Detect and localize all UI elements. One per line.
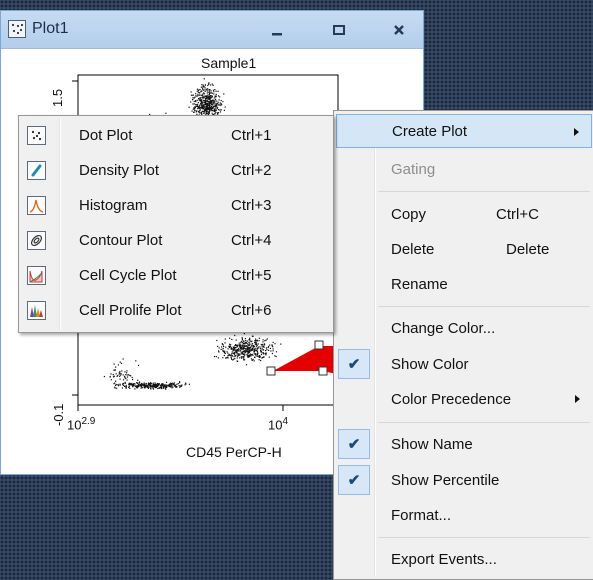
maximize-icon[interactable] [319,17,359,42]
menu-item-delete[interactable]: Delete Delete [336,232,592,266]
y-tick-label-top: 1.5 [50,88,65,107]
gate-handle [266,366,276,376]
histogram-icon [27,196,46,215]
dot-plot-icon [27,126,46,145]
gate-handle [314,340,324,350]
menu-item-export-events[interactable]: Export Events... [336,542,592,576]
shortcut-delete: Delete [506,240,550,258]
x-tick-label-1: 102.9 [67,416,96,433]
menu-item-create-plot[interactable]: Create Plot [336,114,592,148]
menu-item-show-percentile[interactable]: ✔ Show Percentile [336,463,592,497]
menu-item-color-precedence[interactable]: Color Precedence [336,382,592,416]
submenu-item-density-plot[interactable]: Density Plot Ctrl+2 [21,153,331,188]
plot-title: Sample1 [201,55,257,71]
menu-item-show-name[interactable]: ✔ Show Name [336,427,592,461]
submenu-item-cell-prolife-plot[interactable]: Cell Prolife Plot Ctrl+6 [21,293,331,328]
menu-separator [378,191,590,192]
density-plot-icon [27,161,46,180]
gate-region [273,346,341,375]
menu-item-gating: Gating [391,160,436,178]
submenu-item-cell-cycle-plot[interactable]: Cell Cycle Plot Ctrl+5 [21,258,331,293]
menu-item-rename[interactable]: Rename [336,267,592,301]
menu-item-copy[interactable]: Copy Ctrl+C [336,197,592,231]
x-tick-label-2: 104 [268,416,289,433]
x-axis-label: CD45 PerCP-H [186,444,282,460]
menu-separator [378,537,590,538]
minimize-icon[interactable] [257,17,297,42]
checkmark-icon: ✔ [338,465,370,495]
cell-cycle-plot-icon [27,266,46,285]
gate-handle [318,366,328,376]
menu-item-format[interactable]: Format... [336,498,592,532]
submenu-arrow-icon [575,395,580,403]
menu-separator [378,422,590,423]
context-menu[interactable]: Create Plot Gating Copy Ctrl+C Delete De… [333,110,593,580]
checkmark-icon: ✔ [338,429,370,459]
y-tick-label-bottom: -0.1 [51,403,66,426]
checkmark-icon: ✔ [338,349,370,379]
menu-item-change-color[interactable]: Change Color... [336,311,592,345]
close-icon[interactable] [379,17,419,42]
menu-separator [378,306,590,307]
title-bar[interactable]: Plot1 [1,11,423,49]
cell-prolife-plot-icon [27,301,46,320]
submenu-item-contour-plot[interactable]: Contour Plot Ctrl+4 [21,223,331,258]
submenu-arrow-icon [574,128,579,136]
shortcut-copy: Ctrl+C [496,205,539,223]
contour-plot-icon [27,231,46,250]
submenu-item-dot-plot[interactable]: Dot Plot Ctrl+1 [21,118,331,153]
create-plot-submenu[interactable]: Dot Plot Ctrl+1 Density Plot Ctrl+2 Hist… [18,115,334,333]
submenu-item-histogram[interactable]: Histogram Ctrl+3 [21,188,331,223]
window-title: Plot1 [32,20,69,37]
menu-item-show-color[interactable]: ✔ Show Color [336,347,592,381]
dot-plot-icon [8,20,26,38]
